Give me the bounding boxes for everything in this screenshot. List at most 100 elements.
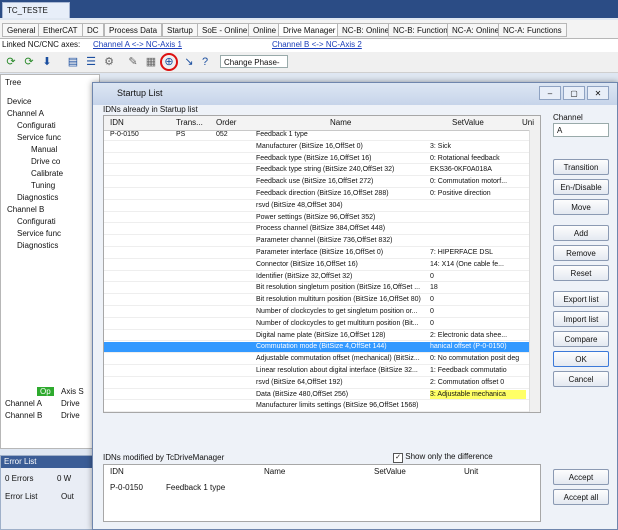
output-tab[interactable]: Out [61,492,74,501]
tool-icon[interactable]: ✎ [126,55,140,69]
minimize-icon[interactable]: – [539,86,561,100]
cell-setvalue[interactable]: 2: Commutation offset 0 [430,378,526,388]
axis1-link[interactable]: Channel A <-> NC-Axis 1 [93,40,182,49]
tree-diagnostics[interactable]: Diagnostics [17,193,58,202]
tree-service-b[interactable]: Service func [17,229,61,238]
tab-ncb-online[interactable]: NC-B: Online [337,23,395,37]
refresh-icon[interactable]: ⟳ [4,55,18,69]
tree-calibrate[interactable]: Calibrate [31,169,63,178]
tab-online[interactable]: Online [248,23,282,37]
tree-service[interactable]: Service func [17,133,61,142]
tab-startup[interactable]: Startup [162,23,198,37]
tab-nca-functions[interactable]: NC-A: Functions [498,23,567,37]
accept-button[interactable]: Accept [553,469,609,485]
table-row[interactable]: Feedback use (BitSize 16,OffSet 272) 0: C… [104,177,530,188]
cell-setvalue[interactable]: 14: X14 (One cable fe... [430,260,526,270]
table-row[interactable]: Feedback type string (BitSize 240,OffSet… [104,165,530,177]
table-row[interactable]: Manufacturer (BitSize 16,OffSet 0) 3: Sic… [104,142,530,153]
tree-diagnostics-b[interactable]: Diagnostics [17,241,58,250]
grid-icon[interactable]: ▦ [144,55,158,69]
col-name[interactable]: Name [330,118,351,127]
axis2-link[interactable]: Channel B <-> NC-Axis 2 [272,40,362,49]
cell-setvalue[interactable]: 0 [430,319,526,329]
tree-manual[interactable]: Manual [31,145,57,154]
cell-setvalue[interactable]: EKS36-0KF0A018A [430,165,526,175]
col2-unit[interactable]: Unit [464,467,478,476]
tree-configuration-b[interactable]: Configurati [17,217,56,226]
reset-button[interactable]: Reset [553,265,609,281]
enable-disable-button[interactable]: En-/Disable [553,179,609,195]
col2-name[interactable]: Name [264,467,285,476]
cell-setvalue[interactable]: hanical offset (P-0-0150) [430,342,526,352]
tab-soe-online[interactable]: SoE - Online [197,23,253,37]
modified-row-name[interactable]: Feedback 1 type [166,483,225,492]
col-idn[interactable]: IDN [110,118,124,127]
accept-all-button[interactable]: Accept all [553,489,609,505]
change-phase-select[interactable]: Change Phase- [220,55,288,68]
tree-channel-b[interactable]: Channel B [7,205,44,214]
view-icon[interactable]: ▤ [66,55,80,69]
tab-drive-manager[interactable]: Drive Manager [278,23,341,37]
table-row[interactable]: Number of clockcycles to get multiturn p… [104,319,530,330]
move-button[interactable]: Move [553,199,609,215]
table-row[interactable]: Digital name plate (BitSize 16,OffSet 12… [104,331,530,342]
tree-drive-control[interactable]: Drive co [31,157,60,166]
tab-dc[interactable]: DC [82,23,104,37]
remove-button[interactable]: Remove [553,245,609,261]
tree-configuration[interactable]: Configurati [17,121,56,130]
cell-setvalue[interactable]: 2: Electronic data shee... [430,331,526,341]
tab-general[interactable]: General [2,23,41,37]
cell-setvalue[interactable]: 7: HIPERFACE DSL [430,248,526,258]
table-row[interactable]: P-0-0150 PS 052 Feedback 1 type [104,130,530,141]
cell-setvalue[interactable]: 0 [430,295,526,305]
table-row[interactable]: Commutation mode (BitSize 4,OffSet 144) h… [104,342,530,354]
cell-setvalue[interactable]: 18 [430,283,526,293]
settings-icon[interactable]: ⚙ [102,55,116,69]
show-diff-checkbox[interactable]: ✓ Show only the difference [393,452,493,463]
table-row[interactable]: Connector (BitSize 16,OffSet 16) 14: X14 … [104,260,530,271]
table-row[interactable]: Power settings (BitSize 96,OffSet 352) [104,213,530,224]
table-row[interactable]: rsvd (BitSize 64,OffSet 192) 2: Commutati… [104,378,530,389]
table-row[interactable]: Linear resolution about digital interfac… [104,366,530,377]
tree-tuning[interactable]: Tuning [31,181,55,190]
transition-button[interactable]: Transition [553,159,609,175]
cell-setvalue[interactable]: 0 [430,272,526,282]
tree-channel-a[interactable]: Channel A [7,109,44,118]
export-list-button[interactable]: Export list [553,291,609,307]
col-setvalue[interactable]: SetValue [452,118,484,127]
tab-nca-online[interactable]: NC-A: Online [447,23,505,37]
cell-setvalue[interactable]: 1: Feedback commutatio [430,366,526,376]
table-row[interactable]: Bit resolution singleturn position (BitS… [104,283,530,295]
cell-setvalue[interactable]: 0: Positive direction [430,189,526,199]
table-row[interactable]: Data (BitSize 480,OffSet 256) 3: Adjustab… [104,389,530,401]
col-trans[interactable]: Trans... [176,118,203,127]
col-order[interactable]: Order [216,118,236,127]
reload-icon[interactable]: ⟳ [22,55,36,69]
error-list-tab[interactable]: Error List [5,492,37,501]
cell-setvalue[interactable]: 0: Commutation motorf... [430,177,526,187]
close-icon[interactable]: ✕ [587,86,609,100]
cell-setvalue[interactable]: 3: Sick [430,142,526,152]
table-row[interactable]: rsvd (BitSize 48,OffSet 304) [104,201,530,212]
table-row[interactable]: Feedback direction (BitSize 16,OffSet 28… [104,189,530,200]
table-row[interactable]: Adjustable commutation offset (mechanica… [104,354,530,365]
table-row[interactable]: Process channel (BitSize 384,OffSet 448) [104,224,530,236]
table-row[interactable]: Parameter interface (BitSize 16,OffSet 0… [104,248,530,259]
modified-row-idn[interactable]: P-0-0150 [110,483,143,492]
col2-setvalue[interactable]: SetValue [374,467,406,476]
cell-setvalue[interactable]: 0 [430,307,526,317]
table-row[interactable]: Number of clockcycles to get singleturn … [104,307,530,318]
table-row[interactable]: Bit resolution multiturn position (BitSi… [104,295,530,306]
import-list-button[interactable]: Import list [553,311,609,327]
grid-scrollbar[interactable] [529,130,540,412]
add-button[interactable]: Add [553,225,609,241]
tab-ethercat[interactable]: EtherCAT [38,23,83,37]
warnings-filter[interactable]: 0 W [57,474,71,483]
tree-device[interactable]: Device [7,97,31,106]
errors-filter[interactable]: 0 Errors [5,474,33,483]
col2-idn[interactable]: IDN [110,467,124,476]
download-icon[interactable]: ⬇ [40,55,54,69]
cell-setvalue[interactable]: 0: No commutation posit deg [430,354,526,364]
checkbox-icon[interactable]: ✓ [393,453,403,463]
ok-button[interactable]: OK [553,351,609,367]
